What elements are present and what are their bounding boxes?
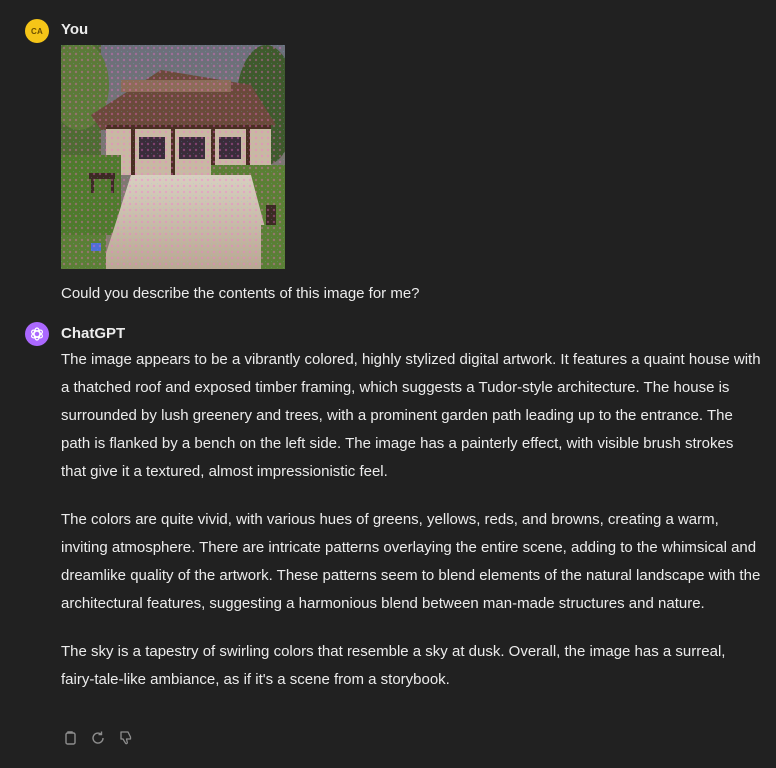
user-avatar-initials: CA xyxy=(31,26,43,36)
user-author-name: You xyxy=(61,21,89,38)
assistant-author-name: ChatGPT xyxy=(61,325,126,342)
reply-paragraph: The image appears to be a vibrantly colo… xyxy=(61,351,761,480)
user-avatar: CA xyxy=(25,19,49,43)
reply-paragraph: The colors are quite vivid, with various… xyxy=(61,511,761,612)
copy-button[interactable] xyxy=(61,729,79,747)
thumbs-down-icon xyxy=(120,731,132,745)
assistant-reply: The image appears to be a vibrantly colo… xyxy=(61,346,761,714)
attached-image-artwork xyxy=(61,45,285,269)
user-message-text: Could you describe the contents of this … xyxy=(61,285,420,302)
openai-logo-icon xyxy=(31,327,43,341)
thumbs-down-button[interactable] xyxy=(117,729,135,747)
reply-paragraph: The sky is a tapestry of swirling colors… xyxy=(61,643,726,688)
message-actions xyxy=(61,729,135,747)
assistant-avatar xyxy=(25,322,49,346)
attached-image[interactable] xyxy=(61,45,285,269)
copy-icon xyxy=(65,731,76,745)
regenerate-button[interactable] xyxy=(89,729,107,747)
regenerate-icon xyxy=(92,731,104,744)
